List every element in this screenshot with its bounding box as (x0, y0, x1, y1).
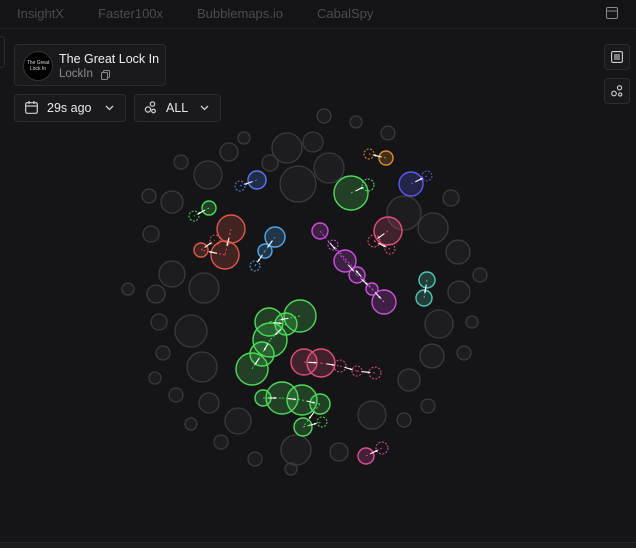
holder-bubble[interactable] (302, 131, 324, 153)
holder-bubble[interactable] (357, 400, 387, 430)
token-name: The Great Lock In (59, 52, 160, 66)
holder-bubble[interactable] (247, 451, 263, 467)
token-info-card: The Great Lock In The Great Lock In Lock… (14, 44, 166, 86)
holder-bubble[interactable] (168, 387, 184, 403)
holder-bubble[interactable] (213, 434, 229, 450)
holder-bubble[interactable] (397, 368, 421, 392)
token-symbol: LockIn (59, 68, 93, 80)
cluster-holder-bubble[interactable] (210, 240, 240, 270)
cluster-holder-bubble[interactable] (373, 216, 403, 246)
chevron-down-icon (105, 105, 114, 111)
holder-bubble[interactable] (284, 462, 298, 476)
calendar-icon (25, 101, 38, 114)
share-icon (611, 85, 623, 97)
holder-bubble[interactable] (447, 280, 471, 304)
time-filter-dropdown[interactable]: 29s ago (14, 94, 126, 122)
window-icon[interactable] (606, 7, 618, 19)
cluster-holder-bubble[interactable] (333, 175, 369, 211)
holder-bubble[interactable] (396, 412, 412, 428)
holder-bubble[interactable] (316, 108, 332, 124)
cluster-holder-bubble[interactable] (235, 352, 269, 386)
wallet-filter-dropdown[interactable]: ALL (134, 94, 221, 122)
holder-bubble[interactable] (261, 154, 279, 172)
list-view-button[interactable] (604, 44, 630, 70)
cluster-holder-bubble[interactable] (415, 289, 433, 307)
holder-bubble[interactable] (442, 189, 460, 207)
holder-bubble[interactable] (465, 315, 479, 329)
tab-cabalspy[interactable]: CabalSpy (313, 0, 377, 28)
holder-bubble[interactable] (380, 125, 396, 141)
holder-bubble[interactable] (349, 115, 363, 129)
extension-tab-bar: InsightX Faster100x Bubblemaps.io CabalS… (0, 0, 636, 29)
holder-bubble[interactable] (174, 314, 208, 348)
holder-bubble[interactable] (472, 267, 488, 283)
bottom-bar (0, 542, 636, 548)
holder-bubble[interactable] (224, 407, 252, 435)
holder-bubble[interactable] (329, 442, 349, 462)
holder-bubble[interactable] (141, 188, 157, 204)
tab-insightx[interactable]: InsightX (13, 0, 68, 28)
cluster-holder-bubble[interactable] (247, 170, 267, 190)
holder-bubble[interactable] (121, 282, 135, 296)
tab-bubblemaps[interactable]: Bubblemaps.io (193, 0, 287, 28)
holder-bubble[interactable] (173, 154, 189, 170)
holder-bubble[interactable] (148, 371, 162, 385)
holder-bubble[interactable] (445, 239, 471, 265)
holder-bubble[interactable] (188, 272, 220, 304)
cluster-view-button[interactable] (604, 78, 630, 104)
cluster-holder-bubble[interactable] (378, 150, 394, 166)
holder-bubble[interactable] (280, 434, 312, 466)
holder-bubble[interactable] (237, 131, 251, 145)
holder-bubble[interactable] (313, 152, 345, 184)
chevron-down-icon (200, 105, 209, 111)
cluster-holder-bubble[interactable] (398, 171, 424, 197)
holder-bubble[interactable] (219, 142, 239, 162)
holder-bubble[interactable] (160, 190, 184, 214)
holder-bubble[interactable] (417, 212, 449, 244)
holder-bubble[interactable] (424, 309, 454, 339)
holder-bubble[interactable] (184, 417, 198, 431)
cluster-holder-bubble[interactable] (257, 243, 273, 259)
holder-bubble[interactable] (198, 392, 220, 414)
collapse-handle[interactable] (0, 36, 5, 68)
cluster-holder-bubble[interactable] (306, 348, 336, 378)
cluster-holder-bubble[interactable] (216, 214, 246, 244)
cluster-holder-bubble[interactable] (309, 393, 331, 415)
copy-icon[interactable] (101, 70, 110, 80)
tab-faster100x[interactable]: Faster100x (94, 0, 167, 28)
token-avatar: The Great Lock In (23, 51, 53, 81)
holder-bubble[interactable] (142, 225, 160, 243)
cluster-holder-bubble[interactable] (193, 242, 209, 258)
holder-bubble[interactable] (279, 165, 317, 203)
holder-bubble[interactable] (420, 398, 436, 414)
holder-bubble[interactable] (155, 345, 171, 361)
cluster-icon (144, 101, 156, 114)
holder-bubble[interactable] (193, 160, 223, 190)
cluster-holder-bubble[interactable] (418, 271, 436, 289)
list-icon (611, 51, 623, 63)
holder-bubble[interactable] (419, 343, 445, 369)
cluster-holder-bubble[interactable] (201, 200, 217, 216)
holder-bubble[interactable] (456, 345, 472, 361)
cluster-holder-bubble[interactable] (293, 417, 313, 437)
holder-bubble[interactable] (186, 351, 218, 383)
holder-bubble[interactable] (146, 284, 166, 304)
wallet-filter-value: ALL (166, 101, 189, 115)
cluster-holder-bubble[interactable] (357, 447, 375, 465)
time-filter-value: 29s ago (47, 101, 92, 115)
holder-bubble[interactable] (150, 313, 168, 331)
cluster-holder-bubble[interactable] (311, 222, 329, 240)
holder-bubble[interactable] (158, 260, 186, 288)
